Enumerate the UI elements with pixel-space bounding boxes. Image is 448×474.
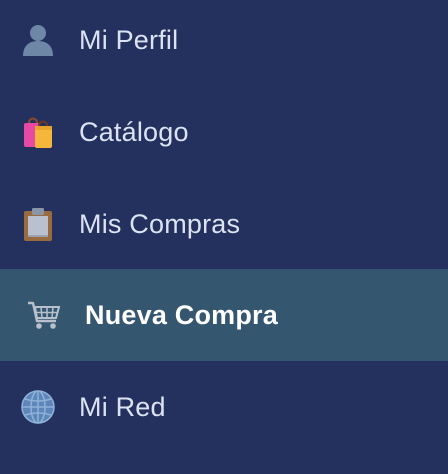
sidebar-item-label: Mi Red (79, 392, 166, 422)
shopping-bags-icon (20, 114, 56, 150)
sidebar-item-nueva-compra[interactable]: Nueva Compra (0, 269, 448, 361)
sidebar-item-mi-red[interactable]: Mi Red (0, 361, 448, 453)
sidebar-item-label: Catálogo (79, 117, 189, 147)
sidebar-item-label: Nueva Compra (85, 300, 278, 330)
sidebar-item-mis-compras[interactable]: Mis Compras (0, 178, 448, 270)
sidebar-item-catalogo[interactable]: Catálogo (0, 86, 448, 178)
globe-icon (20, 389, 56, 425)
clipboard-icon (20, 206, 56, 242)
shopping-cart-icon (26, 297, 62, 333)
sidebar-nav: Mi Perfil Catálogo Mis Compras Nueva Com… (0, 0, 448, 474)
sidebar-item-mi-perfil[interactable]: Mi Perfil (0, 0, 448, 86)
user-icon (20, 22, 56, 58)
sidebar-item-label: Mi Perfil (79, 25, 179, 55)
sidebar-item-label: Mis Compras (79, 209, 241, 239)
